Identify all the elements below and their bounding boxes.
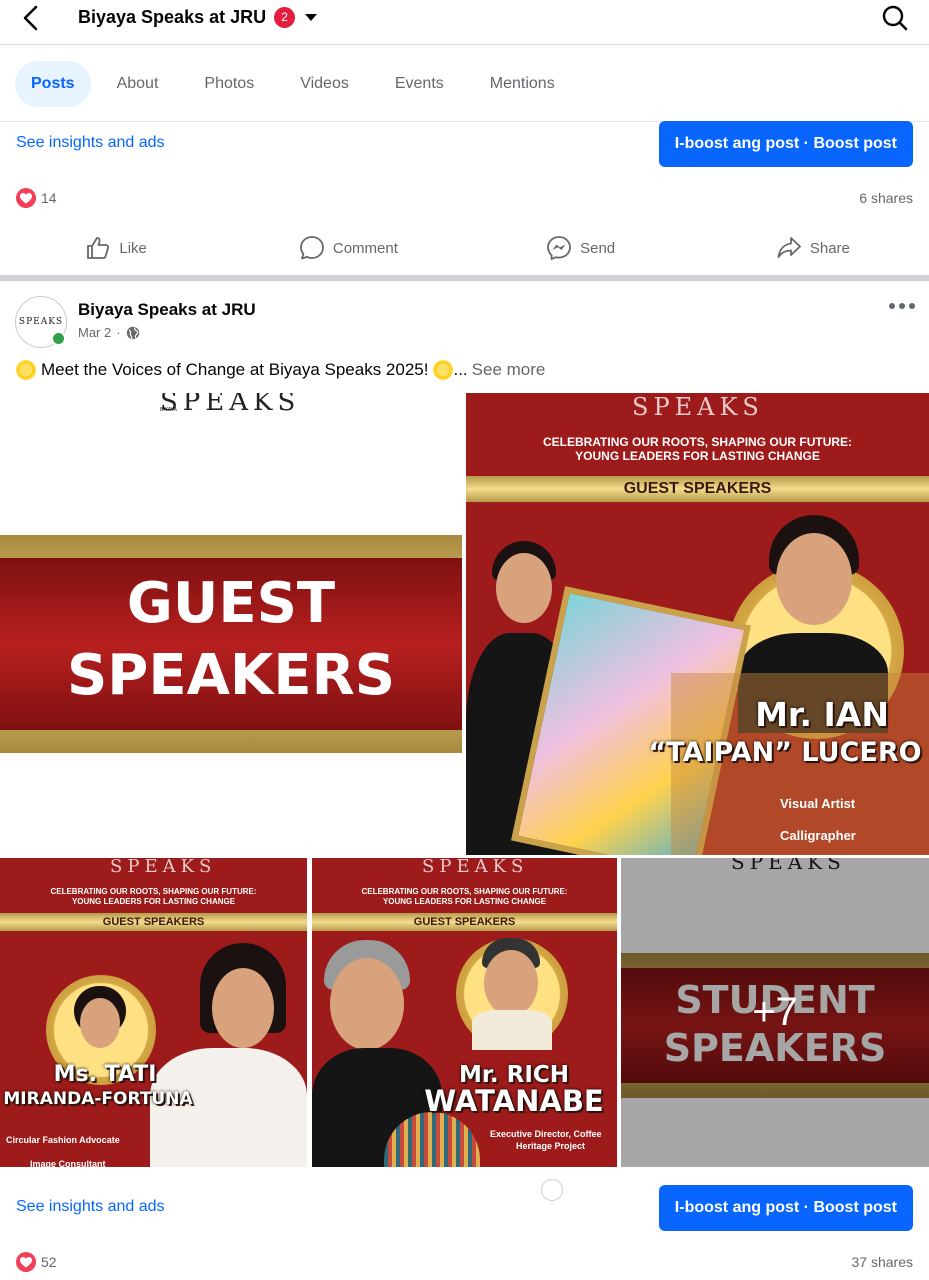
more-photos-overlay[interactable]: +7 — [621, 858, 929, 1167]
tagline-line2: YOUNG LEADERS FOR LASTING CHANGE — [71, 897, 236, 906]
reaction-count[interactable]: 14 — [41, 190, 57, 206]
speaker-role-2: Image Consultant — [30, 1159, 106, 1167]
comment-button[interactable]: Comment — [232, 224, 464, 272]
inset-face — [484, 950, 538, 1016]
post1-action-bar: Like Comment Send Share — [0, 224, 929, 272]
speaks-logo: SPEAKS — [632, 393, 764, 421]
reaction-count[interactable]: 52 — [41, 1254, 57, 1270]
post1-insights-row: See insights and ads I-boost ang post · … — [0, 121, 929, 171]
speaker-role-2: Heritage Project — [516, 1141, 586, 1151]
more-photos-count: +7 — [752, 990, 798, 1034]
tab-videos[interactable]: Videos — [280, 61, 369, 107]
artist-face — [496, 553, 552, 623]
photo-guest-speakers[interactable]: SPEAKS BIYAYA GUEST SPEAKERS — [0, 393, 462, 855]
speaker-last-name: WATANABE — [424, 1084, 604, 1118]
post-date[interactable]: Mar 2 — [78, 325, 111, 340]
shares-count[interactable]: 6 shares — [859, 190, 913, 206]
globe-icon — [126, 326, 139, 339]
messenger-icon — [547, 236, 571, 260]
post2-insights-row: See insights and ads I-boost ang post · … — [0, 1185, 929, 1235]
photo-rich-watanabe[interactable]: SPEAKS CELEBRATING OUR ROOTS, SHAPING OU… — [312, 858, 617, 1167]
comment-label: Comment — [332, 239, 398, 257]
see-insights-link[interactable]: See insights and ads — [16, 134, 165, 152]
speaker-face — [776, 533, 852, 625]
top-bar: Biyaya Speaks at JRU 2 — [0, 0, 929, 45]
inset-face — [80, 998, 120, 1048]
speaks-logo: SPEAKS — [422, 858, 529, 877]
page-title: Biyaya Speaks at JRU — [78, 6, 267, 27]
tagline-line1: CELEBRATING OUR ROOTS, SHAPING OUR FUTUR… — [50, 887, 257, 896]
speaker-last-name: “TAIPAN” LUCERO — [648, 737, 922, 768]
thumbs-up-icon — [87, 237, 110, 259]
speaker-face — [330, 958, 404, 1050]
biyaya-logo-sub: BIYAYA — [160, 407, 177, 413]
post1-reactions-row: 14 6 shares — [0, 186, 929, 210]
sun-emoji-icon — [16, 360, 36, 380]
tagline-line2: YOUNG LEADERS FOR LASTING CHANGE — [575, 449, 820, 463]
post-caption-text: Meet the Voices of Change at Biyaya Spea… — [41, 360, 429, 379]
tab-mentions[interactable]: Mentions — [470, 61, 575, 107]
speaker-first-name: Ms. TATI — [53, 1062, 157, 1087]
tab-posts[interactable]: Posts — [15, 60, 91, 107]
post-divider — [0, 275, 929, 281]
speaker-first-name: Mr. IAN — [755, 695, 889, 734]
post-meta: Mar 2 · — [78, 325, 140, 340]
avatar-logo-text: SPEAKS — [18, 317, 64, 327]
caption-ellipsis: ... — [453, 360, 468, 379]
see-more-link[interactable]: See more — [472, 360, 546, 380]
share-label: Share — [809, 239, 850, 257]
online-status-dot — [51, 331, 66, 346]
guest-speakers-strip: GUEST SPEAKERS — [0, 913, 307, 931]
tab-events[interactable]: Events — [375, 61, 464, 107]
boost-post-button[interactable]: I-boost ang post · Boost post — [658, 121, 913, 167]
guest-label: GUEST — [126, 571, 336, 636]
tab-about[interactable]: About — [97, 61, 179, 107]
speaker-face — [212, 968, 274, 1048]
see-insights-link[interactable]: See insights and ads — [16, 1198, 165, 1216]
sun-emoji-icon — [433, 360, 454, 380]
tab-photos[interactable]: Photos — [184, 61, 274, 107]
post2-reactions-row: 52 37 shares — [0, 1250, 929, 1274]
caret-down-icon — [305, 13, 318, 21]
notification-badge: 2 — [274, 6, 296, 28]
love-reaction-icon[interactable] — [16, 1252, 36, 1272]
share-button[interactable]: Share — [697, 224, 929, 272]
inset-barong — [472, 1010, 552, 1050]
back-arrow-icon[interactable] — [18, 4, 46, 32]
tagline-line1: CELEBRATING OUR ROOTS, SHAPING OUR FUTUR… — [542, 435, 853, 449]
send-label: Send — [580, 239, 616, 257]
photo-ian-lucero[interactable]: SPEAKS CELEBRATING OUR ROOTS, SHAPING OU… — [466, 393, 929, 855]
more-options-icon[interactable] — [889, 297, 915, 315]
speaker-role-1: Visual Artist — [780, 796, 856, 811]
speaker-last-name: MIRANDA-FORTUNA — [3, 1089, 193, 1109]
send-button[interactable]: Send — [465, 224, 697, 272]
like-button[interactable]: Like — [0, 224, 232, 272]
search-icon[interactable] — [881, 4, 909, 32]
guest-speakers-strip: GUEST SPEAKERS — [466, 476, 929, 502]
post-caption: Meet the Voices of Change at Biyaya Spea… — [16, 360, 545, 380]
tagline-line2: YOUNG LEADERS FOR LASTING CHANGE — [382, 897, 547, 906]
share-arrow-icon — [777, 237, 801, 258]
photo-tati-miranda-fortuna[interactable]: SPEAKS CELEBRATING OUR ROOTS, SHAPING OU… — [0, 858, 307, 1167]
speaks-logo: SPEAKS — [160, 393, 301, 417]
speakers-label: SPEAKERS — [66, 643, 396, 708]
speaker-role-1: Executive Director, Coffee — [490, 1129, 602, 1139]
tagline-line1: CELEBRATING OUR ROOTS, SHAPING OUR FUTUR… — [361, 887, 568, 896]
shares-count[interactable]: 37 shares — [852, 1254, 913, 1270]
guest-speakers-strip: GUEST SPEAKERS — [312, 913, 617, 931]
boost-post-button[interactable]: I-boost ang post · Boost post — [658, 1185, 913, 1231]
page-tabs: Posts About Photos Videos Events Mention… — [0, 46, 929, 122]
page-title-dropdown[interactable]: Biyaya Speaks at JRU 2 — [78, 6, 318, 28]
speaker-role-2: Calligrapher — [780, 828, 856, 843]
love-reaction-icon[interactable] — [16, 188, 36, 208]
meta-separator: · — [116, 325, 121, 340]
like-label: Like — [119, 239, 147, 257]
post-author[interactable]: Biyaya Speaks at JRU — [78, 300, 256, 320]
comment-bubble-icon — [299, 236, 324, 260]
speaks-logo: SPEAKS — [110, 858, 217, 877]
speaker-role-1: Circular Fashion Advocate — [6, 1135, 120, 1145]
